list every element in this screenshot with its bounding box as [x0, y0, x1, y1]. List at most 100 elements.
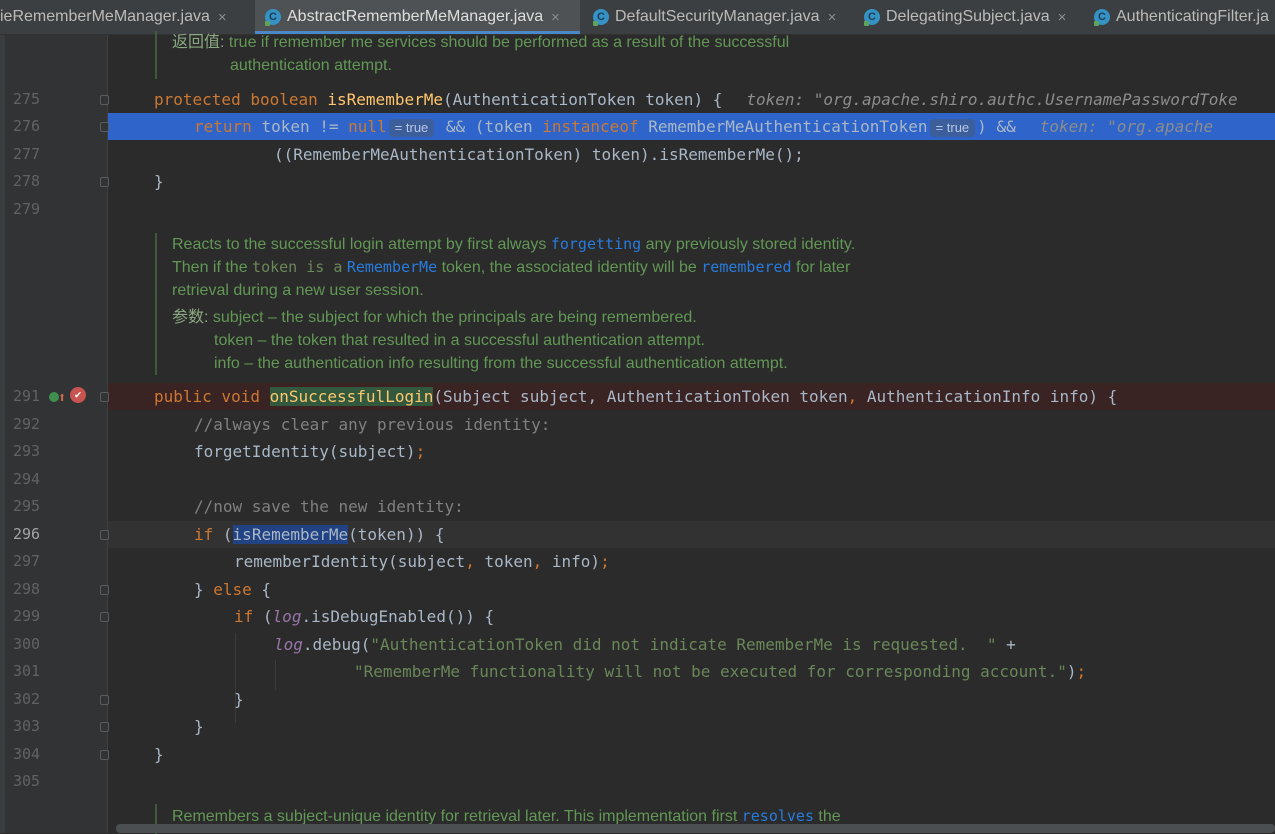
code-text: rememberIdentity(subject — [234, 552, 466, 571]
line-number: 305 — [13, 772, 41, 790]
javadoc-return: 返回值: true if remember me services should… — [155, 31, 789, 79]
punctuation: , — [465, 552, 475, 571]
fold-icon[interactable] — [100, 750, 109, 760]
line-number: 302 — [13, 690, 41, 708]
doc-param: info – the authentication info resulting… — [214, 355, 788, 372]
tab-cookie-remember-me-manager[interactable]: ieRememberMeManager.java × — [0, 0, 250, 34]
code-line-291[interactable]: public void onSuccessfulLogin(Subject su… — [154, 383, 1117, 410]
editor-tab-bar: ieRememberMeManager.java × C AbstractRem… — [0, 0, 1275, 35]
close-icon[interactable]: × — [1058, 9, 1067, 26]
tab-authenticating-filter[interactable]: C AuthenticatingFilter.ja — [1094, 0, 1275, 34]
horizontal-scrollbar[interactable] — [116, 824, 1275, 833]
fold-icon[interactable] — [100, 122, 109, 132]
keyword: else — [213, 580, 252, 599]
fold-icon[interactable] — [100, 722, 109, 732]
doc-params-tag: 参数: — [172, 309, 209, 326]
inline-value-hint: = true — [388, 119, 435, 137]
code-text: (AuthenticationToken token) { — [442, 90, 723, 109]
tab-label: DelegatingSubject.java — [886, 8, 1050, 25]
doc-text: retrieval during a new user session. — [172, 282, 424, 299]
close-icon[interactable]: × — [551, 9, 560, 26]
method-name: isRememberMe — [327, 90, 443, 109]
code-text: forgetIdentity(subject) — [194, 442, 416, 461]
line-number: 293 — [13, 442, 41, 460]
fold-icon[interactable] — [100, 530, 109, 540]
code-line-296[interactable]: if (isRememberMe(token)) { — [194, 521, 444, 548]
code-line-304[interactable]: } — [154, 741, 164, 768]
fold-icon[interactable] — [100, 392, 109, 402]
doc-link[interactable]: forgetting — [551, 235, 641, 253]
doc-text: the — [813, 808, 841, 825]
line-number: 295 — [13, 497, 41, 515]
keyword: protected boolean — [154, 90, 328, 109]
tab-label: DefaultSecurityManager.java — [615, 8, 820, 25]
code-line-299[interactable]: if (log.isDebugEnabled()) { — [234, 603, 494, 630]
code-line-295[interactable]: //now save the new identity: — [194, 493, 464, 520]
fold-icon[interactable] — [100, 95, 109, 105]
string-literal: "AuthenticationToken did not indicate Re… — [370, 635, 997, 654]
code-text: ( — [262, 607, 273, 626]
tab-abstract-remember-me-manager[interactable]: C AbstractRememberMeManager.java × — [255, 0, 580, 34]
keyword: null — [348, 117, 387, 136]
override-arrow-icon[interactable]: ⬆ — [58, 391, 66, 405]
close-icon[interactable]: × — [218, 9, 227, 26]
java-class-icon: C — [1094, 9, 1110, 26]
code-text: && (token — [436, 117, 543, 136]
line-number: 291 — [13, 387, 41, 405]
line-number: 292 — [13, 415, 41, 433]
code-text: .isDebugEnabled()) { — [301, 607, 495, 626]
punctuation: ; — [415, 442, 426, 461]
code-line-276[interactable]: return token != null = true && (token ins… — [194, 113, 1213, 140]
doc-link[interactable]: remembered — [701, 258, 791, 276]
code-line-301[interactable]: "RememberMe functionality will not be ex… — [354, 658, 1086, 685]
code-line-275[interactable]: protected boolean isRememberMe(Authentic… — [154, 86, 1238, 113]
line-number: 277 — [13, 145, 41, 163]
code-text: RememberMeAuthenticationToken — [638, 117, 928, 136]
close-icon[interactable]: × — [828, 9, 837, 26]
java-class-icon: C — [593, 9, 609, 26]
tab-label: AuthenticatingFilter.ja — [1116, 8, 1269, 25]
code-text: ) && — [977, 117, 1016, 136]
doc-text: Remembers a subject-unique identity for … — [172, 808, 742, 825]
method-breakpoint-icon[interactable]: ✔ — [70, 387, 86, 403]
doc-param: token – the token that resulted in a suc… — [214, 332, 705, 349]
code-line-302[interactable]: } — [234, 686, 244, 713]
code-line-293[interactable]: forgetIdentity(subject); — [194, 438, 425, 465]
line-number: 301 — [13, 662, 41, 680]
code-text: (Subject subject, AuthenticationToken to… — [433, 387, 848, 406]
doc-link[interactable]: RememberMe — [347, 258, 437, 276]
javadoc-on-successful-login: Reacts to the successful login attempt b… — [155, 233, 855, 375]
code-text: info) — [542, 552, 601, 571]
code-line-278[interactable]: } — [154, 168, 164, 195]
code-line-300[interactable]: log.debug("AuthenticationToken did not i… — [274, 631, 1016, 658]
line-number: 296 — [13, 525, 41, 543]
code-line-292[interactable]: //always clear any previous identity: — [194, 411, 550, 438]
keyword: if — [194, 525, 223, 544]
method-name: onSuccessfulLogin — [269, 387, 434, 406]
fold-icon[interactable] — [100, 695, 109, 705]
code-text: (token)) { — [348, 525, 445, 544]
fold-icon[interactable] — [100, 177, 109, 187]
fold-icon[interactable] — [100, 612, 109, 622]
punctuation: ; — [600, 552, 610, 571]
keyword: public void — [154, 387, 270, 406]
line-number: 299 — [13, 607, 41, 625]
tab-default-security-manager[interactable]: C DefaultSecurityManager.java × — [593, 0, 851, 34]
code-line-303[interactable]: } — [194, 713, 204, 740]
string-literal: "RememberMe functionality will not be ex… — [354, 662, 1067, 681]
code-text: } — [194, 580, 214, 599]
code-text: token != — [261, 117, 349, 136]
tab-delegating-subject[interactable]: C DelegatingSubject.java × — [864, 0, 1084, 34]
line-number: 275 — [13, 90, 41, 108]
code-text: token — [474, 552, 533, 571]
code-text: { — [251, 580, 272, 599]
doc-text: token, the associated identity will be — [437, 259, 702, 276]
code-line-298[interactable]: } else { — [194, 576, 271, 603]
code-line-297[interactable]: rememberIdentity(subject, token, info); — [234, 548, 610, 575]
doc-link[interactable]: resolves — [742, 807, 814, 825]
doc-text: Then if the — [172, 259, 253, 276]
code-line-277[interactable]: ((RememberMeAuthenticationToken) token).… — [274, 141, 804, 168]
fold-icon[interactable] — [100, 585, 109, 595]
line-number: 303 — [13, 717, 41, 735]
gutter-edge — [0, 35, 5, 833]
